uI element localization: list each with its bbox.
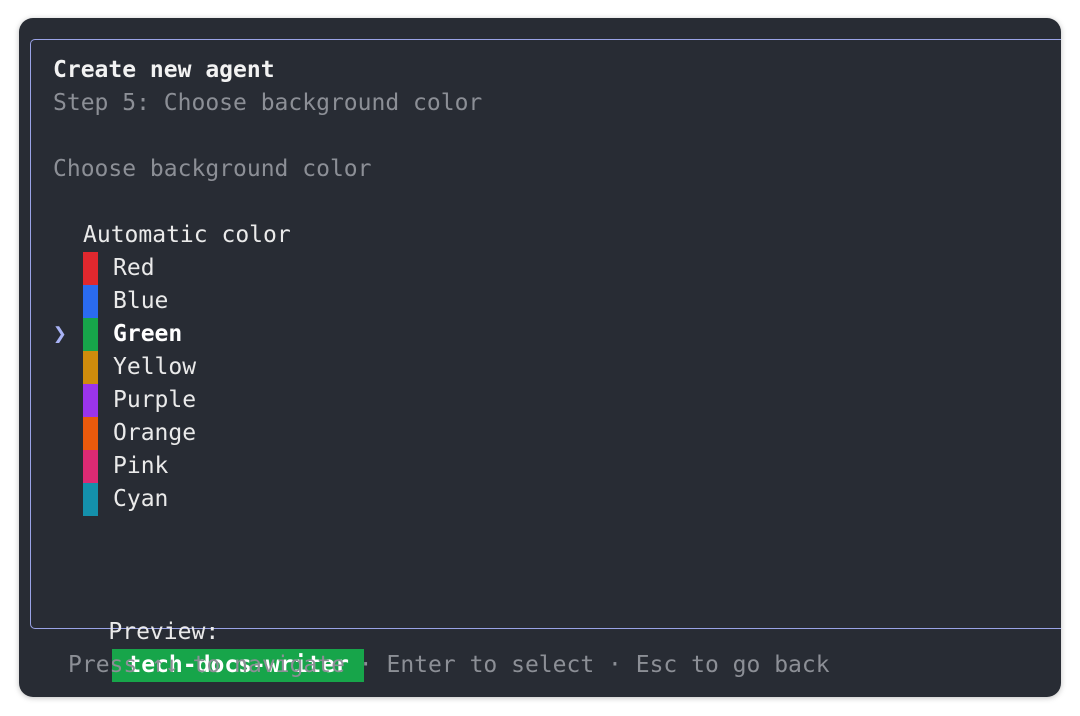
color-swatch [83, 285, 98, 318]
color-option-label: Purple [113, 387, 197, 413]
color-option-label: Automatic color [83, 222, 291, 248]
preview-label: Preview: [108, 619, 220, 645]
color-prompt: Choose background color [53, 156, 372, 182]
color-option-label: Blue [113, 288, 169, 314]
color-option-label: Yellow [113, 354, 197, 380]
preview-row: Preview: tech-docs-writer [53, 583, 364, 682]
terminal-window: Create new agent Step 5: Choose backgrou… [19, 18, 1061, 697]
color-swatch [83, 417, 98, 450]
color-swatch [83, 384, 98, 417]
color-option-label: Cyan [113, 486, 169, 512]
dialog-panel [30, 39, 1061, 629]
color-swatch [83, 483, 98, 516]
keyboard-hint: Press ↑↓ to navigate · Enter to select ·… [68, 652, 830, 678]
selection-cursor-icon: ❯ [53, 321, 67, 347]
color-swatch [83, 252, 98, 285]
dialog-title: Create new agent [53, 57, 275, 83]
step-subtitle: Step 5: Choose background color [53, 90, 483, 116]
color-swatch [83, 318, 98, 351]
color-option-label: Green [113, 321, 183, 347]
color-option-label: Red [113, 255, 155, 281]
color-swatch [83, 351, 98, 384]
color-swatch [83, 450, 98, 483]
color-option-label: Orange [113, 420, 197, 446]
color-option-label: Pink [113, 453, 169, 479]
